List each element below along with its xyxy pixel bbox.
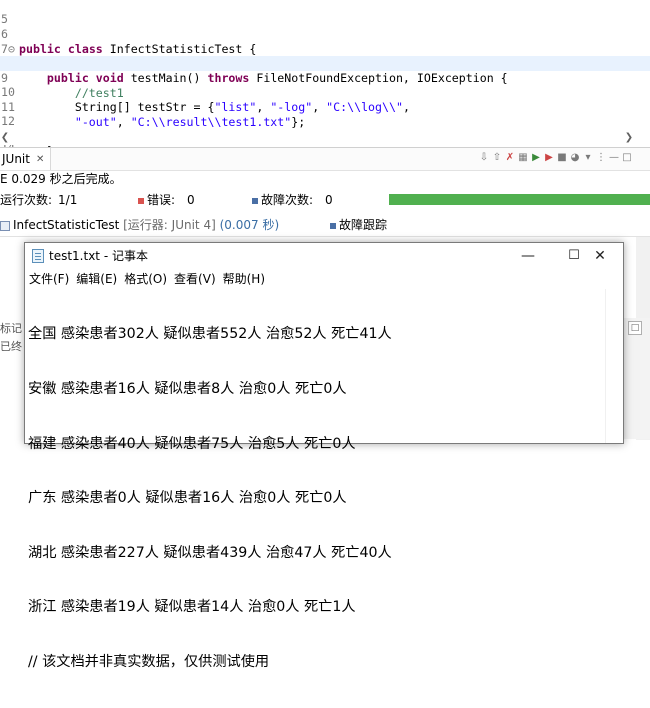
minimize-view-icon[interactable]: — <box>609 152 619 164</box>
right-panel-strip: □ <box>622 318 650 439</box>
text-line: 浙江 感染患者19人 疑似患者14人 治愈0人 死亡1人 <box>28 599 356 616</box>
code-line: 11 "-out", "C:\\result\\test1.txt"}; <box>0 85 650 129</box>
history-icon[interactable]: ◕ <box>570 152 580 164</box>
test-result-row: InfectStatisticTest [运行器: JUnit 4] (0.00… <box>0 214 650 236</box>
notepad-icon <box>32 249 44 263</box>
text-line: 广东 感染患者0人 疑似患者16人 治愈0人 死亡0人 <box>28 490 347 507</box>
menu-format[interactable]: 格式(O) <box>120 269 170 289</box>
editor-horizontal-scrollbar[interactable]: ❮ ❯ <box>0 131 650 145</box>
runs-label: 运行次数: <box>0 193 53 207</box>
scroll-left-icon[interactable]: ❮ <box>0 131 12 145</box>
menu-view[interactable]: 查看(V) <box>170 269 219 289</box>
view-menu-icon[interactable]: ⋮ <box>596 152 606 164</box>
failure-icon <box>252 197 258 204</box>
stack-trace-icon <box>330 222 336 229</box>
failure-trace-tab[interactable]: 故障跟踪 <box>330 214 387 236</box>
code-editor[interactable]: 5 6 public class InfectStatisticTest { 7… <box>0 0 650 148</box>
text-line: // 该文档并非真实数据，仅供测试使用 <box>28 654 270 671</box>
runs-value: 1/1 <box>58 193 78 207</box>
layout-icon[interactable]: ▦ <box>518 152 528 164</box>
failure-trace-label: 故障跟踪 <box>339 218 388 232</box>
markers-tab[interactable]: 标记 <box>0 320 26 338</box>
menu-help[interactable]: 帮助(H) <box>219 269 268 289</box>
error-icon <box>138 197 144 204</box>
rerun-failed-icon[interactable]: ▶ <box>544 152 554 164</box>
scroll-right-icon[interactable]: ❯ <box>622 131 636 145</box>
test-name: InfectStatisticTest <box>13 218 120 232</box>
close-button[interactable]: ✕ <box>577 243 623 269</box>
left-partial-tabs: 标记 已终 <box>0 320 26 360</box>
code-line: 12 InfectStatistic.main(testStr); <box>0 99 650 143</box>
text-line: 全国 感染患者302人 疑似患者552人 治愈52人 死亡41人 <box>28 326 392 343</box>
failures-counter: 故障次数: 0 <box>252 190 333 210</box>
test-status-text: E 0.029 秒之后完成。 <box>0 172 122 186</box>
failures-value: 0 <box>325 193 333 207</box>
junit-toolbar: ⇩ ⇧ ✗ ▦ ▶ ▶ ■ ◕ ▾ ⋮ — □ <box>479 152 632 166</box>
junit-view-header: JUnit ✕ ⇩ ⇧ ✗ ▦ ▶ ▶ ■ ◕ ▾ ⋮ — □ <box>0 148 650 171</box>
errors-label: 错误: <box>147 193 176 207</box>
notepad-menu-bar: 文件(F) 编辑(E) 格式(O) 查看(V) 帮助(H) <box>25 269 623 289</box>
errors-value: 0 <box>187 193 195 207</box>
terminated-label: 已终 <box>0 340 22 353</box>
code-line: 6 public class InfectStatisticTest { <box>0 12 650 56</box>
window-title: test1.txt - 记事本 <box>49 249 148 263</box>
text-line: 安徽 感染患者16人 疑似患者8人 治愈0人 死亡0人 <box>28 381 347 398</box>
code-line: 10 String[] testStr = {"list", "-log", "… <box>0 70 650 114</box>
history-dropdown-icon[interactable]: ▾ <box>583 152 593 164</box>
text-line: 福建 感染患者40人 疑似患者75人 治愈5人 死亡0人 <box>28 435 356 452</box>
code-line: 5 <box>0 0 650 26</box>
test-class-icon <box>0 220 10 231</box>
test-time: (0.007 秒) <box>219 218 280 232</box>
close-icon[interactable]: ✕ <box>36 154 44 165</box>
previous-failure-icon[interactable]: ⇧ <box>492 152 502 164</box>
show-failures-only-icon[interactable]: ✗ <box>505 152 515 164</box>
next-failure-icon[interactable]: ⇩ <box>479 152 489 164</box>
restore-icon[interactable]: □ <box>628 321 642 335</box>
notepad-window: test1.txt - 记事本 — ☐ ✕ 文件(F) 编辑(E) 格式(O) … <box>24 242 624 670</box>
test-tree-item[interactable]: InfectStatisticTest [运行器: JUnit 4] (0.00… <box>0 214 279 236</box>
notepad-text-area[interactable]: 全国 感染患者302人 疑似患者552人 治愈52人 死亡41人 安徽 感染患者… <box>28 289 588 708</box>
minimize-button[interactable]: — <box>505 243 551 269</box>
code-line-current: 9 //test1 <box>0 56 650 100</box>
code-line: 7⊝ @Test <box>0 27 650 71</box>
notepad-vertical-scrollbar[interactable] <box>605 289 623 443</box>
stop-icon[interactable]: ■ <box>557 152 567 164</box>
notepad-title-bar[interactable]: test1.txt - 记事本 — ☐ ✕ <box>25 243 623 269</box>
code-line: 8 public void testMain() throws FileNotF… <box>0 41 650 85</box>
junit-tab-label: JUnit <box>2 152 30 166</box>
errors-counter: 错误: 0 <box>138 190 195 210</box>
tab-junit[interactable]: JUnit ✕ <box>0 148 52 170</box>
menu-edit[interactable]: 编辑(E) <box>72 269 120 289</box>
maximize-view-icon[interactable]: □ <box>622 152 632 164</box>
test-runner: [运行器: JUnit 4] <box>123 218 216 232</box>
failures-label: 故障次数: <box>261 193 314 207</box>
rerun-icon[interactable]: ▶ <box>531 152 541 164</box>
runs-counter: 运行次数: 1/1 <box>0 190 77 210</box>
menu-file[interactable]: 文件(F) <box>25 269 72 289</box>
test-progress-bar <box>389 194 650 205</box>
text-line: 湖北 感染患者227人 疑似患者439人 治愈47人 死亡40人 <box>28 544 392 561</box>
